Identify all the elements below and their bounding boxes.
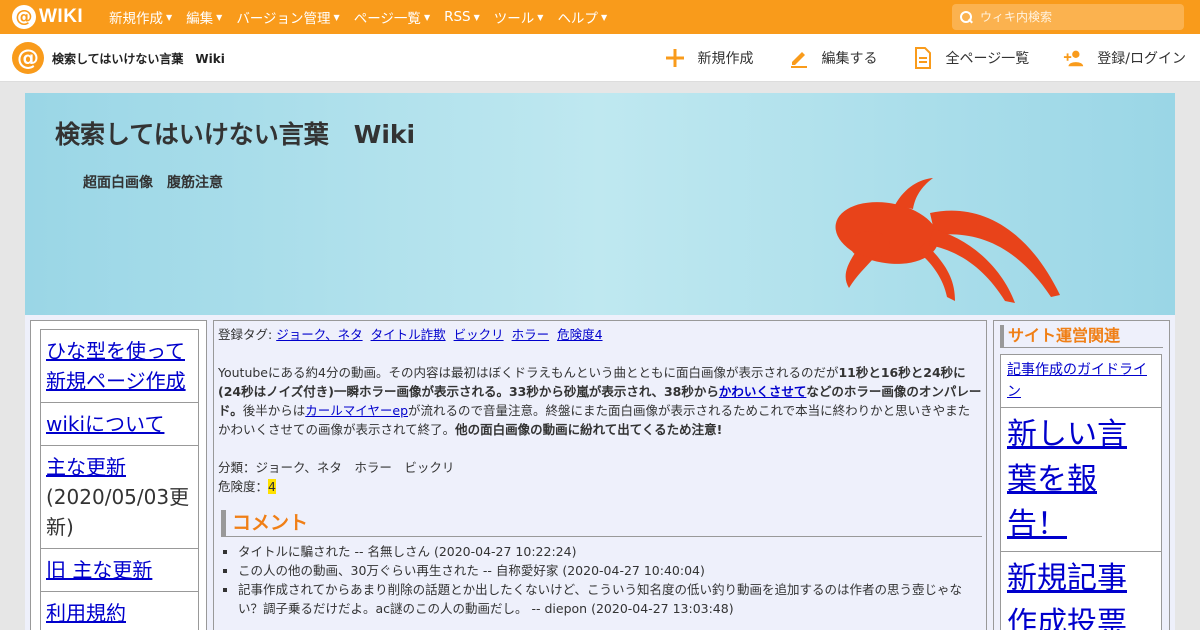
- goldfish-icon: [835, 178, 1060, 303]
- report-new-word-link[interactable]: 新しい言葉を報告！: [1007, 417, 1127, 542]
- tag-link[interactable]: ホラー: [512, 327, 550, 342]
- left-menu-item: 主な更新 (2020/05/03更新): [40, 445, 199, 549]
- pencil-icon: [788, 47, 810, 69]
- top-menu-version[interactable]: バージョン管理 ▼: [236, 7, 339, 27]
- top-menu-new-label: 新規作成: [109, 11, 163, 27]
- left-menu-item: ひな型を使って新規ページ作成: [40, 329, 199, 403]
- all-pages-label: 全ページ一覧: [945, 51, 1030, 67]
- desc-text: Youtubeにある約4分の動画。その内容は最初はぼくドラえもんという曲とともに…: [218, 365, 839, 380]
- article-body: 登録タグ: ジョーク、ネタ タイトル詐欺 ビックリ ホラー 危険度4 Youtu…: [213, 320, 987, 630]
- new-page-label: 新規作成: [697, 51, 754, 67]
- left-menu-item: 利用規約: [40, 591, 199, 630]
- top-menu-rss[interactable]: RSS ▼: [444, 9, 480, 25]
- banner-subtitle: 超面白画像 腹筋注意: [83, 175, 223, 191]
- top-navbar: @ WIKI 新規作成 ▼ 編集 ▼ バージョン管理 ▼ ページ一覧 ▼ RSS ▼ ツー…: [0, 0, 1200, 34]
- plus-icon: [664, 47, 686, 69]
- tag-link[interactable]: ビックリ: [454, 327, 504, 342]
- at-sign-icon: @: [12, 5, 36, 29]
- content-area: ひな型を使って新規ページ作成 wikiについて 主な更新 (2020/05/03更…: [25, 315, 1175, 630]
- guideline-link[interactable]: 記事作成のガイドライン: [1007, 362, 1147, 400]
- left-menu-item: 旧 主な更新: [40, 548, 199, 592]
- left-menu-item: wikiについて: [40, 402, 199, 446]
- caret-down-icon: ▼: [423, 12, 431, 22]
- tag-list: 登録タグ: ジョーク、ネタ タイトル詐欺 ビックリ ホラー 危険度4: [218, 325, 982, 344]
- right-menu-item: 新しい言葉を報告！: [1000, 407, 1162, 552]
- caret-down-icon: ▼: [600, 12, 608, 22]
- login-button[interactable]: 登録/ログイン: [1063, 47, 1186, 69]
- wiki-search-box[interactable]: [952, 4, 1184, 30]
- search-icon: [960, 11, 972, 23]
- caret-down-icon: ▼: [166, 12, 173, 22]
- header-actions: 新規作成 編集する 全ページ一覧 登録/ログイン: [630, 34, 1186, 82]
- new-page-button[interactable]: 新規作成: [664, 47, 754, 69]
- caret-down-icon: ▼: [216, 12, 223, 22]
- top-menu-pages-label: ページ一覧: [353, 11, 421, 27]
- all-pages-button[interactable]: 全ページ一覧: [912, 47, 1030, 69]
- top-menu-tools-label: ツール: [493, 11, 535, 27]
- site-header: @ 検索してはいけない言葉 Wiki 新規作成 編集する 全ページ一覧 登録/ロ…: [0, 34, 1200, 82]
- right-sidebar: サイト運営関連 記事作成のガイドライン 新しい言葉を報告！ 新規記事作成投票: [993, 320, 1170, 630]
- right-menu: 記事作成のガイドライン 新しい言葉を報告！ 新規記事作成投票: [1000, 354, 1162, 630]
- caret-down-icon: ▼: [333, 12, 340, 22]
- left-menu-link-about[interactable]: wikiについて: [46, 412, 164, 436]
- top-menu-pages[interactable]: ページ一覧 ▼: [354, 7, 430, 27]
- top-menu-help[interactable]: ヘルプ ▼: [557, 7, 607, 27]
- comment-item: タイトルに騙された -- 名無しさん (2020-04-27 10:22:24): [238, 542, 982, 561]
- tag-link[interactable]: 危険度4: [557, 327, 602, 342]
- top-menu-help-label: ヘルプ: [557, 11, 598, 27]
- wiki-search-input[interactable]: [980, 10, 1170, 24]
- danger-line: 危険度：4: [218, 477, 982, 496]
- document-icon: [912, 47, 934, 69]
- site-logo-icon[interactable]: @: [12, 42, 44, 74]
- comment-list: タイトルに騙された -- 名無しさん (2020-04-27 10:22:24)…: [218, 542, 982, 618]
- tag-link[interactable]: ジョーク、ネタ: [276, 327, 362, 342]
- caret-down-icon: ▼: [473, 12, 480, 22]
- caret-down-icon: ▼: [537, 12, 544, 22]
- desc-text: 後半からは: [242, 403, 306, 418]
- add-user-icon: [1063, 47, 1085, 69]
- top-menu-new[interactable]: 新規作成 ▼: [109, 7, 172, 27]
- edit-page-button[interactable]: 編集する: [788, 47, 878, 69]
- tags-label: 登録タグ:: [218, 327, 273, 342]
- left-menu-link-old-updates[interactable]: 旧 主な更新: [46, 558, 152, 582]
- edit-page-label: 編集する: [821, 51, 878, 67]
- danger-label: 危険度：: [218, 479, 269, 494]
- new-article-vote-link[interactable]: 新規記事作成投票: [1007, 561, 1127, 630]
- left-sidebar: ひな型を使って新規ページ作成 wikiについて 主な更新 (2020/05/03更…: [30, 320, 207, 630]
- article-meta: 分類：ジョーク、ネタ ホラー ビックリ 危険度：4: [218, 458, 982, 496]
- login-label: 登録/ログイン: [1097, 51, 1186, 67]
- left-menu-link-terms[interactable]: 利用規約: [46, 601, 126, 625]
- right-menu-item: 新規記事作成投票: [1000, 551, 1162, 630]
- site-name[interactable]: 検索してはいけない言葉 Wiki: [52, 50, 225, 67]
- atwiki-logo-text: WIKI: [39, 6, 84, 27]
- top-menu: 新規作成 ▼ 編集 ▼ バージョン管理 ▼ ページ一覧 ▼ RSS ▼ ツール ▼ ヘルプ ▼: [109, 0, 621, 34]
- right-menu-item: 記事作成のガイドライン: [1000, 354, 1162, 408]
- article-description: Youtubeにある約4分の動画。その内容は最初はぼくドラえもんという曲とともに…: [218, 363, 982, 439]
- comment-item: この人の他の動画、30万ぐらい再生された -- 自称愛好家 (2020-04-2…: [238, 561, 982, 580]
- banner-title[interactable]: 検索してはいけない言葉 Wiki: [55, 115, 415, 151]
- atwiki-logo[interactable]: @ WIKI: [12, 5, 83, 29]
- top-menu-edit-label: 編集: [186, 11, 214, 27]
- top-menu-edit[interactable]: 編集 ▼: [186, 7, 222, 27]
- top-menu-tools[interactable]: ツール ▼: [494, 7, 544, 27]
- site-banner: 検索してはいけない言葉 Wiki 超面白画像 腹筋注意: [25, 93, 1175, 315]
- updates-date: (2020/05/03更新): [46, 485, 190, 539]
- link-karl-meyer[interactable]: カールマイヤーep: [305, 403, 408, 418]
- category-line: 分類：ジョーク、ネタ ホラー ビックリ: [218, 460, 455, 475]
- top-menu-version-label: バージョン管理: [236, 11, 331, 27]
- left-menu-link-updates[interactable]: 主な更新: [46, 455, 126, 479]
- top-menu-rss-label: RSS: [444, 9, 471, 25]
- warning-text: 他の面白画像の動画に紛れて出てくるため注意!: [455, 422, 723, 437]
- site-admin-heading: サイト運営関連: [1000, 325, 1163, 348]
- tag-link[interactable]: タイトル詐欺: [371, 327, 446, 342]
- comments-heading: コメント: [221, 510, 982, 537]
- comment-item: 記事作成されてからあまり削除の話題とか出したくないけど、こういう知名度の低い釣り…: [238, 580, 982, 618]
- link-kawaiku[interactable]: かわいくさせて: [719, 384, 807, 399]
- left-menu: ひな型を使って新規ページ作成 wikiについて 主な更新 (2020/05/03更…: [40, 329, 199, 630]
- danger-level-value: 4: [268, 479, 276, 494]
- left-menu-link-template[interactable]: ひな型を使って新規ページ作成: [46, 339, 186, 393]
